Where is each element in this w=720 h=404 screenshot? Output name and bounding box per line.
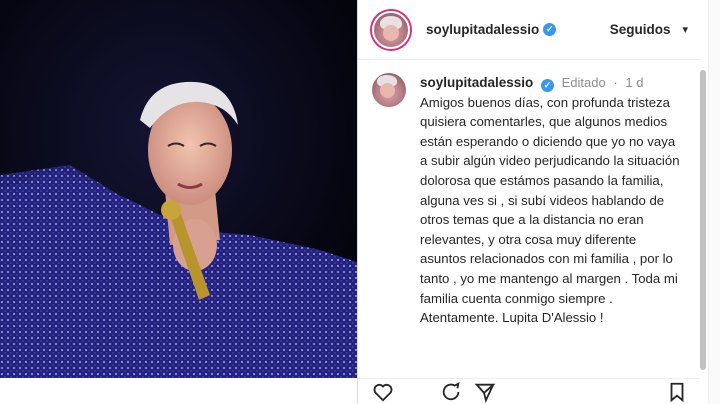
caption-username[interactable]: soylupitadalessio: [420, 75, 533, 90]
caption-area: soylupitadalessio ✓ Editado · 1 d Amigos…: [358, 61, 700, 378]
post-viewer: soylupitadalessio ✓ Seguidos ▾ soylupita…: [0, 0, 720, 404]
scrollbar-thumb[interactable]: [700, 70, 706, 370]
edited-label: Editado: [561, 75, 606, 90]
post-username[interactable]: soylupitadalessio: [426, 22, 539, 37]
caption-header: soylupitadalessio ✓ Editado · 1 d: [420, 73, 686, 93]
action-bar: [358, 378, 700, 404]
window-edge: [708, 0, 720, 404]
caption-row: soylupitadalessio ✓ Editado · 1 d Amigos…: [358, 61, 700, 328]
heart-icon[interactable]: [372, 381, 394, 403]
caption-body: soylupitadalessio ✓ Editado · 1 d Amigos…: [420, 73, 686, 328]
singer-photo: [0, 0, 357, 378]
post-header: soylupitadalessio ✓ Seguidos ▾: [358, 0, 700, 60]
profile-avatar[interactable]: [372, 10, 410, 49]
follow-status-button[interactable]: Seguidos: [610, 22, 671, 37]
verified-icon: ✓: [543, 23, 557, 36]
caption-scrollbar[interactable]: [700, 60, 706, 378]
meta-separator: ·: [613, 75, 618, 90]
share-icon[interactable]: [474, 381, 496, 403]
chevron-down-icon[interactable]: ▾: [682, 23, 688, 36]
post-photo[interactable]: [0, 0, 357, 378]
verified-icon: ✓: [540, 79, 554, 92]
comment-icon[interactable]: [440, 381, 462, 403]
bookmark-icon[interactable]: [666, 381, 688, 403]
post-age[interactable]: 1 d: [625, 75, 643, 90]
caption-avatar[interactable]: [372, 73, 406, 107]
caption-text: Amigos buenos días, con profunda tristez…: [420, 94, 680, 326]
